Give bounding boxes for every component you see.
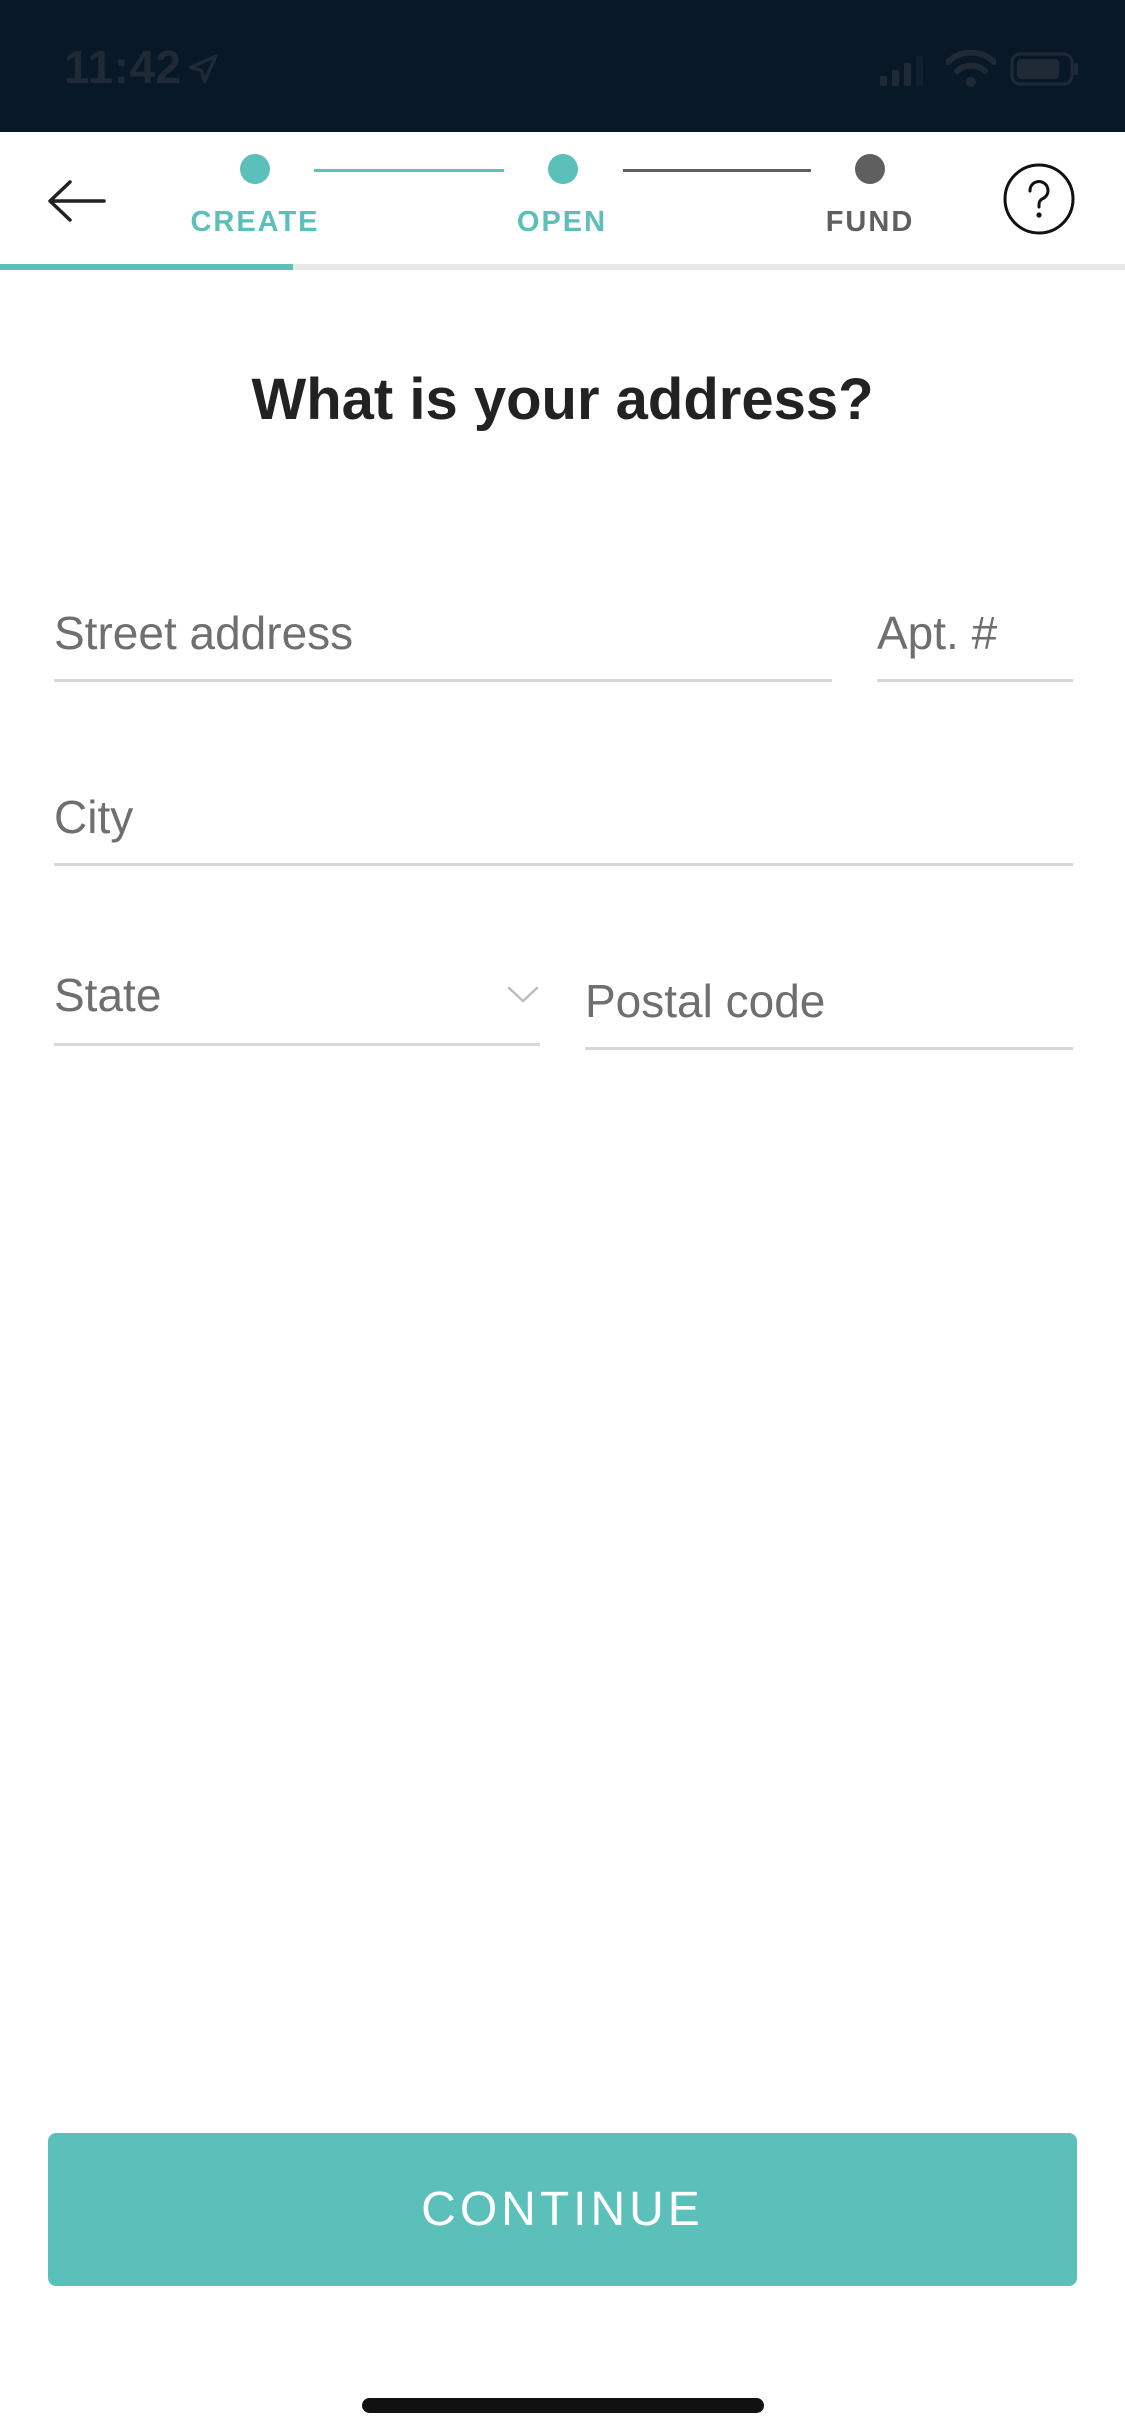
progress-track (0, 264, 1125, 270)
status-bar: 11:42 (0, 0, 1125, 132)
step-dot-open (548, 154, 578, 184)
home-indicator (362, 2398, 764, 2413)
continue-button[interactable]: CONTINUE (48, 2133, 1077, 2286)
step-label-fund: FUND (825, 206, 915, 238)
step-connector (623, 169, 811, 172)
step-label-create: CREATE (190, 206, 320, 238)
apt-field (877, 606, 1073, 682)
back-arrow-icon[interactable] (44, 168, 110, 234)
state-select-label: State (54, 969, 162, 1021)
page-title: What is your address? (251, 367, 874, 432)
chevron-down-icon (507, 986, 539, 1003)
state-select[interactable]: State (54, 968, 540, 1046)
step-connector (314, 169, 504, 172)
battery-icon (1010, 52, 1078, 86)
step-dot-create (240, 154, 270, 184)
postal-code-field (585, 974, 1073, 1050)
nav-bar: CREATE OPEN FUND (0, 132, 1125, 270)
postal-code-input[interactable] (585, 974, 1073, 1028)
street-address-input[interactable] (54, 606, 832, 660)
location-arrow-icon (188, 54, 218, 84)
progress-fill (0, 264, 293, 270)
apt-input[interactable] (877, 606, 1073, 660)
help-icon[interactable] (1002, 162, 1076, 236)
cellular-signal-icon (880, 56, 923, 86)
city-input[interactable] (54, 790, 1073, 844)
city-field (54, 790, 1073, 866)
status-time: 11:42 (64, 41, 182, 93)
step-label-open: OPEN (516, 206, 608, 238)
street-address-field (54, 606, 832, 682)
step-dot-fund (855, 154, 885, 184)
wifi-icon (946, 50, 996, 87)
